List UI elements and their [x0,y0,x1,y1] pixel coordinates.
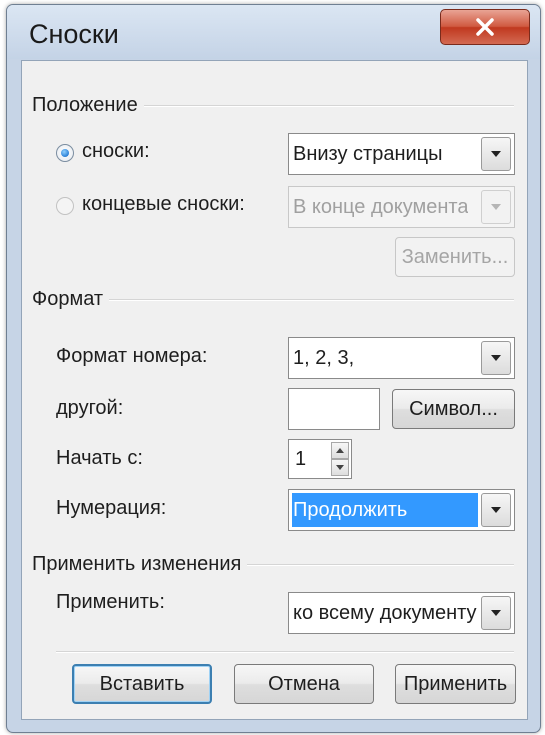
numbering-label: Нумерация: [56,497,167,519]
chevron-up-icon [336,448,344,453]
apply-to-dropdown-button[interactable] [481,596,511,630]
footer-divider [56,651,514,653]
number-format-dropdown-button[interactable] [481,341,511,375]
start-at-stepper[interactable]: 1 [288,439,352,479]
cancel-button[interactable]: Отмена [234,664,374,704]
insert-button[interactable]: Вставить [72,664,212,704]
start-at-decrement-button[interactable] [331,459,349,476]
endnotes-location-dropdown-button[interactable] [481,190,511,224]
symbol-button[interactable]: Символ... [392,389,515,429]
title-bar[interactable]: Сноски [7,5,540,59]
chevron-down-icon [491,507,501,513]
footnotes-dialog: Сноски Положение сноски: Внизу страницы … [6,4,541,733]
apply-to-select[interactable]: ко всему документу [288,592,515,634]
apply-button[interactable]: Применить [395,664,516,704]
start-at-label: Начать с: [56,447,143,469]
chevron-down-icon [491,151,501,157]
start-at-value: 1 [295,448,307,470]
chevron-down-icon [491,610,501,616]
dialog-title: Сноски [29,19,119,49]
chevron-down-icon [336,465,344,470]
endnotes-location-select[interactable]: В конце документа [288,186,515,228]
endnotes-label: концевые сноски: [82,193,245,215]
footnotes-location-select[interactable]: Внизу страницы [288,133,515,175]
close-button[interactable] [440,9,530,45]
endnotes-location-value: В конце документа [293,196,469,218]
number-format-select[interactable]: 1, 2, 3, [288,337,515,379]
group-label-position: Положение [32,94,144,117]
custom-mark-input[interactable] [288,388,380,430]
chevron-down-icon [491,355,501,361]
footnotes-location-value: Внизу страницы [293,143,443,165]
convert-button[interactable]: Заменить... [395,237,515,277]
dialog-body: Положение сноски: Внизу страницы концевы… [21,60,528,720]
apply-to-label: Применить: [56,591,165,613]
close-icon [476,18,494,36]
endnotes-radio[interactable] [56,197,74,215]
footnotes-label: сноски: [82,140,150,162]
footnotes-location-dropdown-button[interactable] [481,137,511,171]
apply-to-value: ко всему документу [293,602,477,624]
start-at-increment-button[interactable] [331,442,349,459]
group-label-apply-changes: Применить изменения [32,553,248,576]
numbering-value: Продолжить [293,499,408,521]
group-label-format: Формат [32,288,110,311]
number-format-label: Формат номера: [56,345,208,367]
number-format-value: 1, 2, 3, [293,347,355,369]
footnotes-radio[interactable] [56,144,74,162]
custom-mark-label: другой: [56,397,124,419]
numbering-select[interactable]: Продолжить [288,489,515,531]
numbering-dropdown-button[interactable] [481,493,511,527]
chevron-down-icon [491,204,501,210]
